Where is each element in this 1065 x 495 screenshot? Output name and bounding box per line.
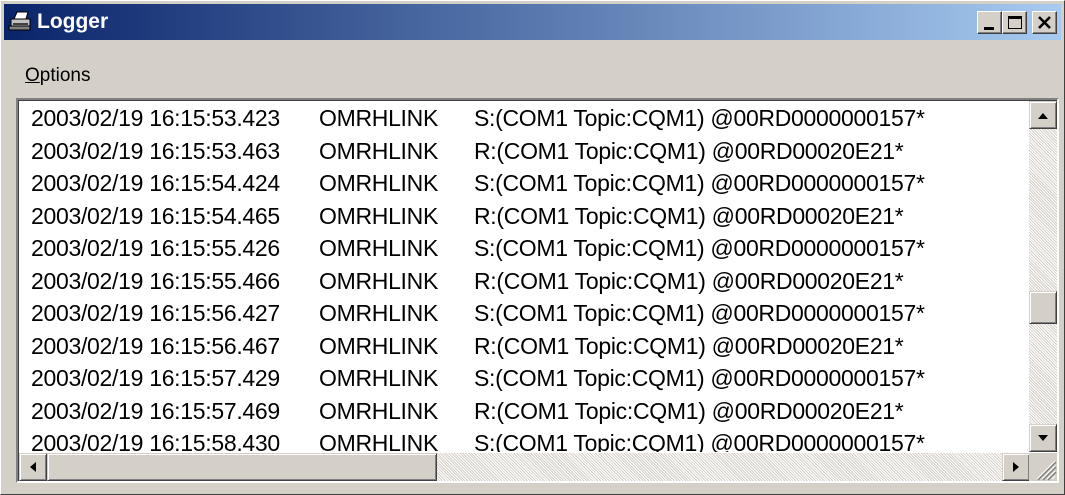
log-timestamp: 2003/02/19 16:15:58.430 (31, 430, 280, 452)
log-message: R:(COM1 Topic:CQM1) @00RD00020E21* (474, 137, 904, 164)
log-source: OMRHLINK (319, 235, 439, 261)
minimize-icon (984, 27, 994, 30)
log-timestamp: 2003/02/19 16:15:57.469 (31, 397, 280, 424)
size-grip[interactable] (1029, 453, 1057, 481)
log-message: S:(COM1 Topic:CQM1) @00RD0000000157* (474, 430, 925, 452)
log-timestamp: 2003/02/19 16:15:54.465 (31, 202, 280, 229)
menu-bar (4, 61, 1061, 91)
log-message: R:(COM1 Topic:CQM1) @00RD00020E21* (474, 332, 904, 359)
log-source: OMRHLINK (319, 105, 439, 131)
window-title: Logger (37, 10, 109, 33)
log-message: S:(COM1 Topic:CQM1) @00RD0000000157* (474, 105, 925, 131)
log-line[interactable]: 2003/02/19 16:15:57.429 OMRHLINK S:(COM1 T… (31, 362, 1021, 395)
options-mnemonic: O (25, 65, 40, 86)
log-message: S:(COM1 Topic:CQM1) @00RD0000000157* (474, 365, 925, 391)
log-line[interactable]: 2003/02/19 16:15:57.469 OMRHLINK R:(COM1 T… (31, 395, 1021, 428)
log-message: S:(COM1 Topic:CQM1) @00RD0000000157* (474, 235, 925, 261)
log-line[interactable]: 2003/02/19 16:15:53.463 OMRHLINK R:(COM1 T… (31, 135, 1021, 168)
menu-options[interactable]: Options (25, 65, 90, 87)
log-list[interactable]: 2003/02/19 16:15:53.423 OMRHLINK S:(COM1 T… (16, 98, 1059, 483)
log-message: R:(COM1 Topic:CQM1) @00RD00020E21* (474, 397, 904, 424)
log-source: OMRHLINK (319, 430, 439, 452)
log-line[interactable]: 2003/02/19 16:15:56.467 OMRHLINK R:(COM1 T… (31, 330, 1021, 363)
log-timestamp: 2003/02/19 16:15:55.466 (31, 267, 280, 294)
close-button[interactable] (1032, 11, 1057, 34)
log-source: OMRHLINK (319, 267, 439, 294)
resize-grip-icon (1036, 460, 1057, 481)
log-timestamp: 2003/02/19 16:15:53.423 (31, 105, 280, 131)
log-message: S:(COM1 Topic:CQM1) @00RD0000000157* (474, 170, 925, 196)
log-message: R:(COM1 Topic:CQM1) @00RD00020E21* (474, 267, 904, 294)
scroll-up-button[interactable] (1029, 101, 1057, 129)
log-line[interactable]: 2003/02/19 16:15:53.423 OMRHLINK S:(COM1 T… (31, 102, 1021, 135)
log-lines: 2003/02/19 16:15:53.423 OMRHLINK S:(COM1 T… (31, 102, 1021, 452)
log-source: OMRHLINK (319, 137, 439, 164)
log-source: OMRHLINK (319, 202, 439, 229)
log-line[interactable]: 2003/02/19 16:15:54.424 OMRHLINK S:(COM1 T… (31, 167, 1021, 200)
log-line[interactable]: 2003/02/19 16:15:55.426 OMRHLINK S:(COM1 T… (31, 232, 1021, 265)
log-message: S:(COM1 Topic:CQM1) @00RD0000000157* (474, 300, 925, 326)
log-source: OMRHLINK (319, 397, 439, 424)
log-source: OMRHLINK (319, 300, 439, 326)
log-timestamp: 2003/02/19 16:15:56.427 (31, 300, 280, 326)
arrow-right-icon (1013, 462, 1019, 472)
log-line[interactable]: 2003/02/19 16:15:58.430 OMRHLINK S:(COM1 T… (31, 427, 1021, 452)
minimize-button[interactable] (977, 11, 1002, 34)
arrow-up-icon (1038, 113, 1048, 119)
title-bar[interactable]: Logger (4, 4, 1061, 40)
horizontal-scroll-thumb[interactable] (47, 453, 437, 481)
logger-window: Logger Options 2003/02/19 16:15:53.423 OM… (0, 0, 1065, 495)
arrow-down-icon (1038, 435, 1048, 441)
scroll-down-button[interactable] (1029, 424, 1057, 452)
log-source: OMRHLINK (319, 170, 439, 196)
log-list-inner: 2003/02/19 16:15:53.423 OMRHLINK S:(COM1 T… (18, 100, 1057, 481)
scroll-right-button[interactable] (1002, 453, 1030, 481)
log-line[interactable]: 2003/02/19 16:15:55.466 OMRHLINK R:(COM1 T… (31, 265, 1021, 298)
vertical-scroll-thumb[interactable] (1029, 291, 1057, 325)
scroll-left-button[interactable] (19, 453, 47, 481)
vertical-scrollbar[interactable] (1029, 101, 1057, 452)
options-label-rest: ptions (39, 65, 91, 86)
log-line[interactable]: 2003/02/19 16:15:54.465 OMRHLINK R:(COM1 T… (31, 200, 1021, 233)
log-timestamp: 2003/02/19 16:15:54.424 (31, 170, 280, 196)
log-line[interactable]: 2003/02/19 16:15:56.427 OMRHLINK S:(COM1 T… (31, 297, 1021, 330)
log-timestamp: 2003/02/19 16:15:56.467 (31, 332, 280, 359)
maximize-icon (1008, 16, 1022, 29)
log-timestamp: 2003/02/19 16:15:53.463 (31, 137, 280, 164)
log-source: OMRHLINK (319, 365, 439, 391)
horizontal-scrollbar[interactable] (19, 453, 1030, 481)
arrow-left-icon (30, 462, 36, 472)
printer-icon (8, 10, 32, 32)
log-timestamp: 2003/02/19 16:15:55.426 (31, 235, 280, 261)
log-source: OMRHLINK (319, 332, 439, 359)
log-message: R:(COM1 Topic:CQM1) @00RD00020E21* (474, 202, 904, 229)
close-icon (1038, 16, 1051, 29)
maximize-button[interactable] (1002, 11, 1027, 34)
log-timestamp: 2003/02/19 16:15:57.429 (31, 365, 280, 391)
